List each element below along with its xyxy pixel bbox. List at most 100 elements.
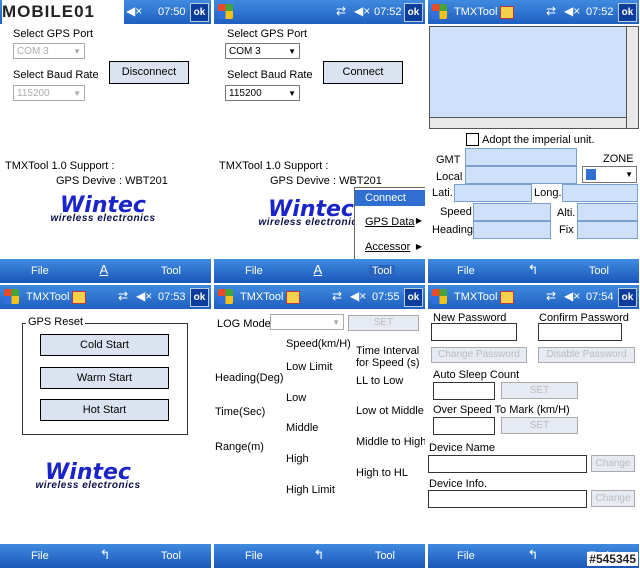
tool-softkey[interactable]: Tool [161,550,181,562]
high-limit-label: High Limit [286,484,335,496]
ok-button[interactable]: ok [618,288,637,307]
range-m-label: Range(m) [215,441,264,453]
baud-rate-value: 115200 [229,88,262,99]
ok-button[interactable]: ok [618,3,637,22]
volume-icon[interactable]: ◀× [136,289,152,303]
keyboard-icon[interactable]: ↰ [100,547,111,563]
gmt-field[interactable] [465,148,577,166]
volume-icon[interactable]: ◀× [354,4,370,18]
start-icon[interactable] [432,4,447,19]
local-field[interactable] [465,166,577,184]
keyboard-icon[interactable]: ↰ [528,547,539,563]
latitude-field[interactable] [454,184,532,202]
heading-field[interactable] [473,221,551,239]
clock[interactable]: 07:55 [372,291,400,303]
longitude-field[interactable] [562,184,638,202]
cold-start-button[interactable]: Cold Start [40,334,169,356]
menu-item-accessor[interactable]: Accessor [365,241,410,253]
gps-port-select[interactable]: COM 3 ▼ [13,43,85,59]
disable-password-button[interactable]: Disable Password [538,347,635,363]
over-speed-field[interactable] [433,417,495,435]
zone-label: ZONE [603,153,634,165]
connectivity-icon[interactable]: ⇄ [546,289,556,303]
volume-icon[interactable]: ◀× [564,289,580,303]
tool-softkey[interactable]: Tool [375,550,395,562]
clock[interactable]: 07:50 [158,6,186,18]
disconnect-button[interactable]: Disconnect [109,61,189,84]
time-interval-label: Time Interval [356,345,420,357]
title-bar: ⇄ ◀× 07:52 ok [214,0,425,24]
ok-button[interactable]: ok [404,3,423,22]
file-softkey[interactable]: File [457,265,475,277]
imperial-checkbox[interactable] [466,133,479,146]
clock[interactable]: 07:52 [586,6,614,18]
volume-icon[interactable]: ◀× [126,4,142,18]
tool-softkey[interactable]: Tool [589,265,609,277]
start-icon[interactable] [4,289,19,304]
keyboard-icon[interactable]: A [100,262,109,277]
clock[interactable]: 07:54 [586,291,614,303]
connectivity-icon[interactable]: ⇄ [546,4,556,18]
for-speed-label: for Speed (s) [356,357,420,369]
file-softkey[interactable]: File [31,265,49,277]
device-info-field[interactable] [428,490,587,508]
baud-rate-select[interactable]: 115200 ▼ [13,85,85,101]
log-mode-set-button[interactable]: SET [348,315,419,331]
volume-icon[interactable]: ◀× [350,289,366,303]
auto-sleep-set-button[interactable]: SET [501,382,578,399]
menu-item-connect[interactable]: Connect [355,190,425,206]
ok-button[interactable]: ok [190,3,209,22]
confirm-password-field[interactable] [538,323,622,341]
file-softkey[interactable]: File [457,550,475,562]
log-mode-label: LOG Mode [217,318,271,330]
clock[interactable]: 07:53 [158,291,186,303]
start-icon[interactable] [218,289,233,304]
speed-field[interactable] [473,203,551,221]
clock[interactable]: 07:52 [374,6,402,18]
start-icon[interactable] [218,4,233,19]
gps-port-select[interactable]: COM 3 ▼ [225,43,300,59]
gps-reset-label: GPS Reset [26,316,86,328]
log-mode-select[interactable]: ▼ [270,314,344,330]
warm-start-button[interactable]: Warm Start [40,367,169,389]
connectivity-icon[interactable]: ⇄ [336,4,346,18]
volume-icon[interactable]: ◀× [564,4,580,18]
title-bar: TMXTool ⇄ ◀× 07:52 ok [428,0,639,24]
device-name-label: Device Name [429,442,496,454]
tool-softkey[interactable]: Tool [161,265,181,277]
zone-select[interactable]: ▼ [582,166,637,183]
keyboard-icon[interactable]: ↰ [528,262,539,278]
file-softkey[interactable]: File [245,265,263,277]
ok-button[interactable]: ok [404,288,423,307]
vertical-scrollbar[interactable] [626,26,639,129]
over-speed-set-button[interactable]: SET [501,417,578,434]
keyboard-icon[interactable]: A [314,262,323,277]
fix-field[interactable] [577,221,638,239]
low-label: Low [286,392,307,404]
altitude-field[interactable] [577,203,638,221]
screen-log-mode: TMXTool ⇄ ◀× 07:55 ok LOG Mode ▼ SET Spe… [214,285,425,568]
heading-deg-label: Heading(Deg) [215,372,284,384]
file-softkey[interactable]: File [31,550,49,562]
baud-rate-value: 115200 [17,88,50,99]
baud-rate-select[interactable]: 115200 ▼ [225,85,300,101]
start-icon[interactable] [432,289,447,304]
device-name-change-button[interactable]: Change [591,455,635,472]
menu-item-gps-data[interactable]: GPS Data [365,216,415,228]
connectivity-icon[interactable]: ⇄ [332,289,342,303]
change-password-button[interactable]: Change Password [431,347,527,363]
auto-sleep-field[interactable] [433,382,495,400]
connectivity-icon[interactable]: ⇄ [118,289,128,303]
tool-softkey[interactable]: Tool [368,265,395,277]
horizontal-scrollbar[interactable] [429,117,627,129]
new-password-field[interactable] [431,323,517,341]
tool-menu: Connect GPS Data ▶ Accessor ▶ [354,187,425,261]
file-softkey[interactable]: File [245,550,263,562]
device-info-change-button[interactable]: Change [591,490,635,507]
keyboard-icon[interactable]: ↰ [314,547,325,563]
connect-button[interactable]: Connect [323,61,403,84]
device-name-field[interactable] [428,455,587,473]
satellite-view[interactable] [429,26,627,129]
hot-start-button[interactable]: Hot Start [40,399,169,421]
ok-button[interactable]: ok [190,288,209,307]
